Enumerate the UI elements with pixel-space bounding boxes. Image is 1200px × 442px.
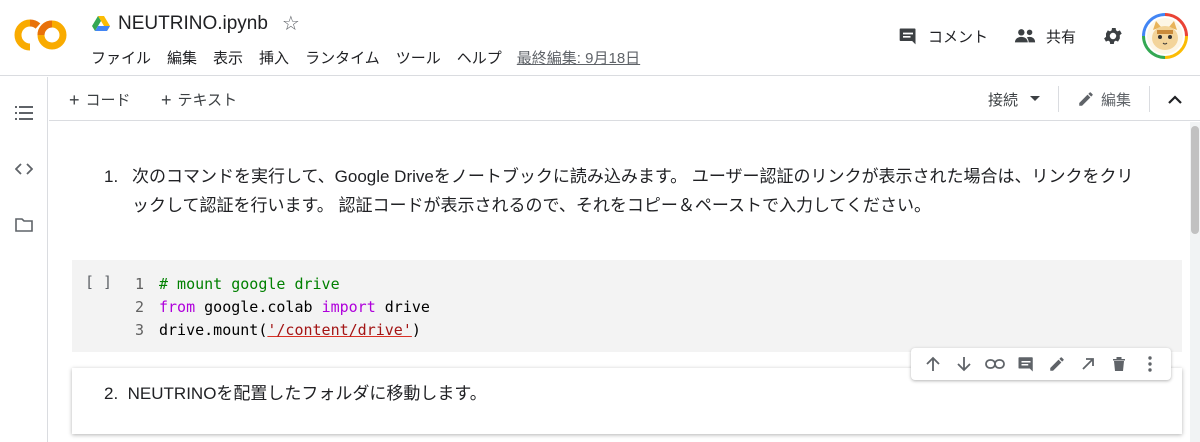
code-string: '/content/drive': [267, 321, 412, 339]
header: NEUTRINO.ipynb ☆ ファイル 編集 表示 挿入 ランタイム ツール…: [0, 0, 1200, 76]
pencil-icon: [1079, 92, 1093, 106]
chevron-up-icon[interactable]: [1168, 94, 1182, 104]
add-code-label: コード: [85, 92, 131, 109]
menu-runtime[interactable]: ランタイム: [300, 47, 385, 68]
cell-text: NEUTRINOを配置したフォルダに移動します。: [127, 384, 487, 403]
list-number: 1.: [104, 167, 119, 186]
menu-insert[interactable]: 挿入: [254, 47, 294, 68]
edit-button[interactable]: 編集: [1077, 89, 1131, 110]
connect-button[interactable]: 接続: [988, 89, 1040, 110]
cell-toolbar: [911, 348, 1171, 380]
menu-edit[interactable]: 編集: [162, 47, 202, 68]
star-icon[interactable]: ☆: [282, 14, 300, 34]
add-text-label: テキスト: [177, 92, 238, 109]
code-comment: # mount google drive: [159, 275, 340, 293]
notebook-area: 1. 次のコマンドを実行して、Google Driveをノートブックに読み込みま…: [49, 122, 1190, 442]
add-text-button[interactable]: + テキスト: [161, 89, 237, 110]
share-button[interactable]: 共有: [1014, 26, 1076, 47]
share-label: 共有: [1045, 28, 1076, 46]
connect-label: 接続: [987, 91, 1018, 109]
drive-icon[interactable]: [92, 16, 110, 32]
comment-icon[interactable]: [1015, 353, 1037, 375]
code-text: google.colab: [195, 298, 322, 316]
document-title[interactable]: NEUTRINO.ipynb: [118, 13, 268, 35]
divider: [1057, 86, 1059, 112]
menu-bar: ファイル 編集 表示 挿入 ランタイム ツール ヘルプ 最終編集: 9月18日: [86, 46, 640, 68]
run-cell-button[interactable]: [ ]: [85, 273, 112, 291]
menu-file[interactable]: ファイル: [86, 47, 156, 68]
people-icon: [1014, 29, 1036, 43]
comment-icon: [899, 28, 916, 45]
code-text: drive: [375, 298, 430, 316]
code-keyword: import: [321, 298, 376, 316]
code-line: 2 from google.colab import drive: [135, 296, 430, 319]
gear-icon[interactable]: [1102, 25, 1124, 47]
divider: [1149, 86, 1150, 112]
chevron-down-icon: [1029, 96, 1040, 101]
list-number: 2.: [104, 384, 119, 403]
last-edit-link[interactable]: 最終編集: 9月18日: [513, 47, 640, 68]
trash-icon[interactable]: [1108, 353, 1130, 375]
link-icon[interactable]: [984, 353, 1006, 375]
line-number: 2: [135, 298, 145, 316]
line-number: 3: [135, 321, 145, 339]
code-line: 3 drive.mount('/content/drive'): [135, 319, 430, 342]
code-text: drive.mount(: [159, 321, 268, 339]
cell-text: 次のコマンドを実行して、Google Driveをノートブックに読み込みます。 …: [132, 167, 1134, 215]
code-text: ): [411, 321, 421, 339]
code-keyword: from: [159, 298, 196, 316]
pencil-icon[interactable]: [1046, 353, 1068, 375]
code-editor[interactable]: 1 # mount google drive 2 from google.colab…: [135, 273, 430, 342]
add-code-button[interactable]: + コード: [69, 89, 131, 110]
more-vert-icon[interactable]: [1139, 353, 1161, 375]
menu-help[interactable]: ヘルプ: [452, 47, 507, 68]
code-snippets-icon[interactable]: [14, 159, 34, 179]
scrollbar-thumb[interactable]: [1191, 126, 1199, 234]
plus-icon: +: [161, 89, 172, 110]
line-number: 1: [135, 275, 145, 293]
colab-logo[interactable]: [14, 17, 70, 53]
account-avatar[interactable]: [1142, 13, 1188, 59]
toc-icon[interactable]: [14, 103, 34, 123]
arrow-up-icon[interactable]: [922, 353, 944, 375]
menu-view[interactable]: 表示: [208, 47, 248, 68]
code-line: 1 # mount google drive: [135, 273, 430, 296]
comment-button[interactable]: コメント: [898, 26, 988, 47]
folder-icon[interactable]: [14, 215, 34, 235]
edit-label: 編集: [1100, 91, 1131, 109]
arrow-down-icon[interactable]: [953, 353, 975, 375]
open-in-new-icon[interactable]: [1077, 353, 1099, 375]
menu-tools[interactable]: ツール: [391, 47, 446, 68]
plus-icon: +: [69, 89, 80, 110]
left-rail: [0, 77, 48, 442]
notebook-toolbar: + コード + テキスト 接続 編集: [49, 77, 1200, 121]
comment-label: コメント: [927, 28, 988, 46]
text-cell[interactable]: 1. 次のコマンドを実行して、Google Driveをノートブックに読み込みま…: [104, 162, 1144, 220]
code-cell[interactable]: [ ] 1 # mount google drive 2 from google.c…: [72, 260, 1182, 352]
